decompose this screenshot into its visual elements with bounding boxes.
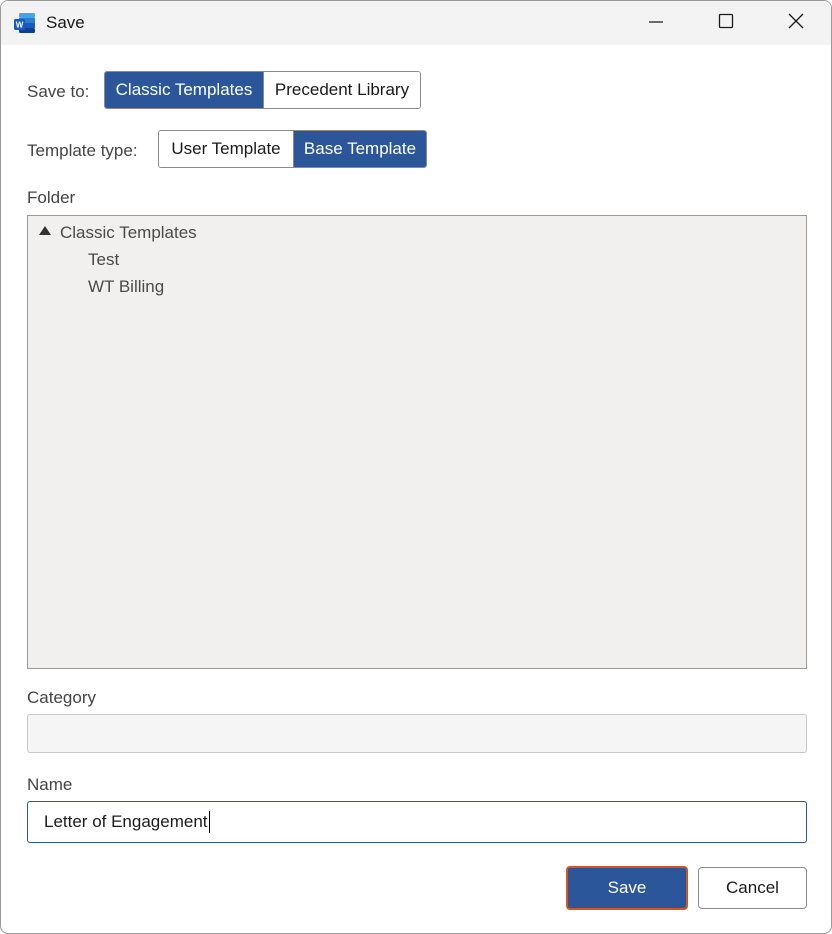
save-to-classic-templates[interactable]: Classic Templates xyxy=(105,72,263,108)
tree-item-classic-templates[interactable]: Classic Templates xyxy=(60,223,197,243)
window-title: Save xyxy=(46,13,85,32)
template-type-user[interactable]: User Template xyxy=(159,131,293,167)
tree-item-wt-billing[interactable]: WT Billing xyxy=(88,277,164,297)
category-label: Category xyxy=(27,688,96,707)
category-field[interactable] xyxy=(27,714,807,753)
template-type-base[interactable]: Base Template xyxy=(293,131,426,167)
save-to-label: Save to: xyxy=(27,82,90,101)
word-icon: W xyxy=(14,12,36,34)
name-label: Name xyxy=(27,775,73,794)
save-button[interactable]: Save xyxy=(566,866,688,910)
maximize-icon xyxy=(717,12,735,35)
save-to-toggle: Classic Templates Precedent Library xyxy=(104,71,421,109)
folder-tree[interactable]: Classic Templates Test WT Billing xyxy=(27,215,807,669)
close-icon xyxy=(787,12,805,35)
template-type-label: Template type: xyxy=(27,141,138,160)
title-bar[interactable]: W Save xyxy=(1,1,831,45)
name-field-value: Letter of Engagement xyxy=(44,812,208,831)
save-to-precedent-library[interactable]: Precedent Library xyxy=(263,72,420,108)
minimize-icon xyxy=(647,12,665,35)
save-dialog: W Save Save to: Classic Templates Preced… xyxy=(0,0,832,934)
svg-text:W: W xyxy=(16,21,24,30)
cancel-button[interactable]: Cancel xyxy=(698,867,807,909)
text-caret xyxy=(208,811,210,833)
template-type-toggle: User Template Base Template xyxy=(158,130,427,168)
name-field[interactable]: Letter of Engagement xyxy=(27,801,807,843)
expand-arrow-icon[interactable] xyxy=(39,226,51,235)
maximize-button[interactable] xyxy=(691,1,761,45)
folder-label: Folder xyxy=(27,188,76,207)
tree-item-test[interactable]: Test xyxy=(88,250,119,270)
minimize-button[interactable] xyxy=(621,1,691,45)
close-button[interactable] xyxy=(761,1,831,45)
